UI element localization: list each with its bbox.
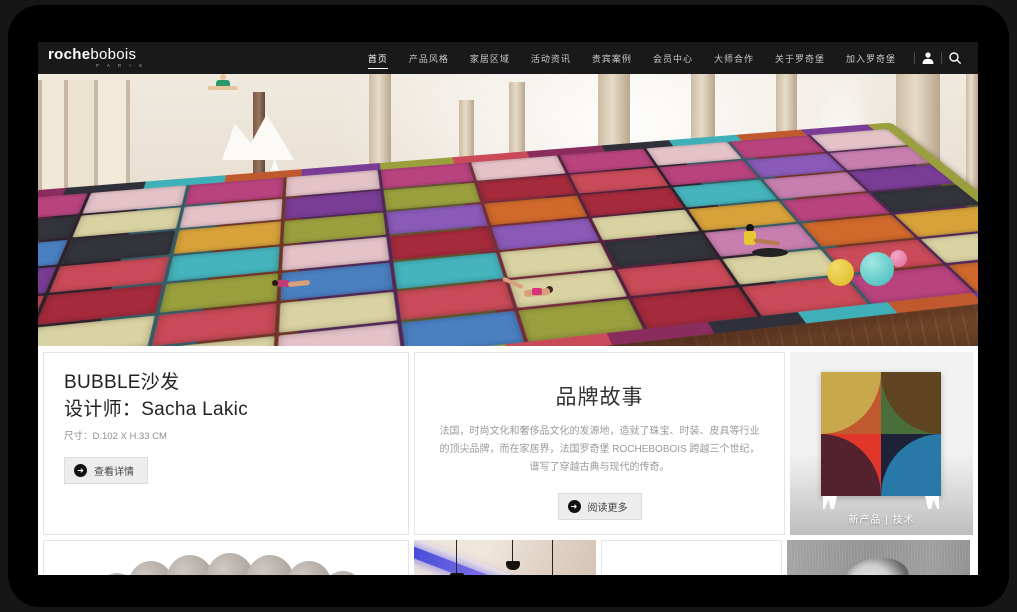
device-frame: rochebobois P A R I S 首页 产品风格 家居区域 活动资讯 贵宾案例… [8,5,1009,607]
main-navigation: 首页 产品风格 家居区域 活动资讯 贵宾案例 会员中心 大师合作 关于罗奇堡 加入罗奇堡 [368,48,896,69]
feature-card-new-product[interactable]: 新产品 | 技术 [790,352,973,535]
nav-item-3[interactable]: 活动资讯 [531,48,571,68]
brand-story-card: 品牌故事 法国，时尚文化和奢侈品文化的发源地，造就了珠宝、时装、皮具等行业的顶尖… [414,352,785,535]
grey-bubble-sofa-card[interactable] [43,540,409,575]
brand-sub: P A R I S [48,64,145,69]
pendant-lamp [552,540,553,575]
pendant-lamp [456,540,457,574]
top-navbar: rochebobois P A R I S 首页 产品风格 家居区域 活动资讯 贵宾案例… [38,42,978,74]
nav-item-7[interactable]: 关于罗奇堡 [775,48,825,68]
nav-item-8[interactable]: 加入罗奇堡 [846,48,896,68]
story-title: 品牌故事 [439,381,760,411]
search-icon[interactable] [944,49,966,67]
blank-card[interactable] [601,540,782,575]
cabinet-legs [821,496,941,510]
product-card-bubble: BUBBLE沙发 设计师：Sacha Lakic 尺寸：D.102 X H.33… [43,352,409,535]
nav-divider [914,52,915,64]
read-more-button[interactable]: ➜ 阅读更多 [558,493,642,520]
hero-banner[interactable] [38,74,978,346]
arrow-circle-icon: ➜ [74,464,87,477]
story-body: 法国，时尚文化和奢侈品文化的发源地，造就了珠宝、时装、皮具等行业的顶尖品牌，而在… [439,423,760,477]
user-account-icon[interactable] [917,49,939,67]
brand-wordmark: rochebobois [48,47,145,62]
content-section: BUBBLE沙发 设计师：Sacha Lakic 尺寸：D.102 X H.33… [38,346,978,575]
nav-divider [941,52,942,64]
card-row-2 [43,540,973,575]
nav-item-2[interactable]: 家居区域 [470,48,510,68]
interior-photo-card[interactable] [414,540,596,575]
nav-item-6[interactable]: 大师合作 [714,48,754,68]
feature-caption: 新产品 | 技术 [790,511,973,526]
nav-item-4[interactable]: 贵宾案例 [592,48,632,68]
card-row-1: BUBBLE沙发 设计师：Sacha Lakic 尺寸：D.102 X H.33… [43,352,973,535]
teal-ball [860,252,894,286]
product-dimensions: 尺寸：D.102 X H.33 CM [64,428,388,442]
brand-logo[interactable]: rochebobois P A R I S [48,47,145,69]
browser-viewport: rochebobois P A R I S 首页 产品风格 家居区域 活动资讯 贵宾案例… [38,42,978,575]
yellow-ball [827,259,854,286]
nav-item-0[interactable]: 首页 [368,48,388,69]
quadrant-art-cabinet [821,372,941,496]
product-title: BUBBLE沙发 设计师：Sacha Lakic [64,370,388,423]
device-stage: rochebobois P A R I S 首页 产品风格 家居区域 活动资讯 贵宾案例… [0,0,1017,612]
nav-item-1[interactable]: 产品风格 [409,48,449,68]
pendant-lamp [512,540,513,562]
nav-item-5[interactable]: 会员中心 [653,48,693,68]
designer-portrait-card[interactable] [787,540,970,575]
arrow-circle-icon: ➜ [568,500,581,513]
view-details-button[interactable]: ➜ 查看详情 [64,457,148,484]
